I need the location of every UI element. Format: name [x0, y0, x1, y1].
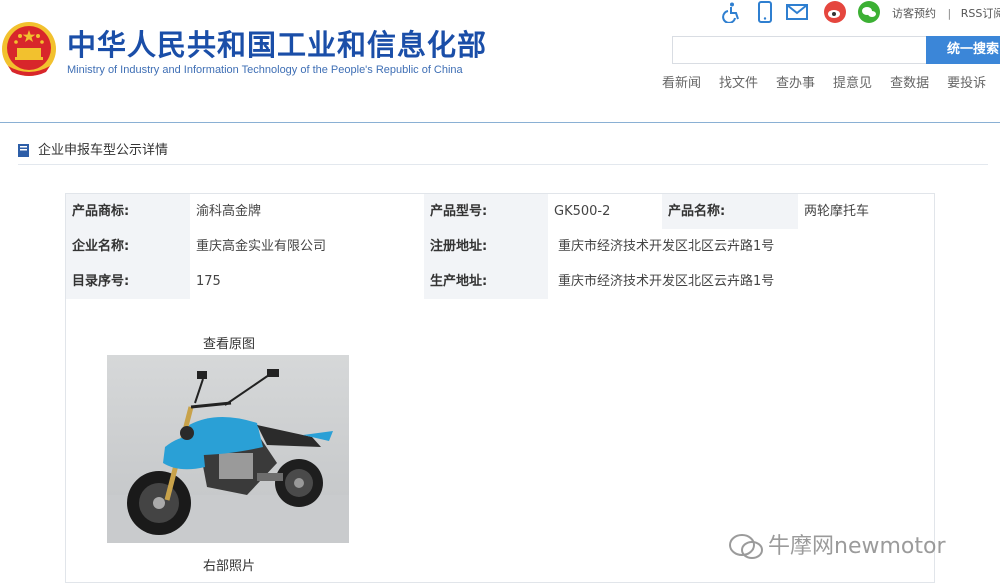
production-address-value: 重庆市经济技术开发区北区云卉路1号 — [548, 264, 934, 299]
registered-address-label: 注册地址: — [424, 229, 548, 264]
search-button[interactable]: 统一搜索 — [926, 36, 1000, 64]
nav-complaints[interactable]: 要投诉 — [947, 72, 986, 91]
table-row: 目录序号: 175 生产地址: 重庆市经济技术开发区北区云卉路1号 — [66, 264, 934, 299]
product-name-label: 产品名称: — [662, 194, 798, 229]
model-label: 产品型号: — [424, 194, 548, 229]
site-header: 中华人民共和国工业和信息化部 Ministry of Industry and … — [0, 0, 1000, 95]
model-value: GK500-2 — [548, 194, 662, 229]
search-input[interactable] — [672, 36, 928, 64]
vehicle-detail-table: 产品商标: 渝科高金牌 产品型号: GK500-2 产品名称: 两轮摩托车 企业… — [65, 193, 935, 583]
mail-icon[interactable] — [786, 1, 808, 23]
quick-nav: 看新闻 找文件 查办事 提意见 查数据 要投诉 — [662, 72, 1000, 91]
section-title-text: 企业申报车型公示详情 — [38, 143, 169, 158]
product-name-value: 两轮摩托车 — [798, 194, 934, 229]
brand-value: 渝科高金牌 — [190, 194, 424, 229]
nav-data[interactable]: 查数据 — [890, 72, 929, 91]
utility-links: 访客预约 | RSS订阅 — [892, 5, 1000, 21]
book-icon — [18, 144, 29, 157]
wechat-watermark-icon — [729, 534, 763, 559]
nav-feedback[interactable]: 提意见 — [833, 72, 872, 91]
wechat-icon[interactable] — [858, 1, 880, 23]
production-address-label: 生产地址: — [424, 264, 548, 299]
view-original-link[interactable]: 查看原图 — [203, 333, 255, 352]
motorcycle-photo[interactable] — [107, 355, 349, 543]
section-divider — [18, 164, 988, 165]
nav-news[interactable]: 看新闻 — [662, 72, 701, 91]
rss-link[interactable]: RSS订阅 — [961, 7, 1000, 20]
company-label: 企业名称: — [66, 229, 190, 264]
company-value: 重庆高金实业有限公司 — [190, 229, 424, 264]
catalog-number-value: 175 — [190, 264, 424, 299]
weibo-icon[interactable] — [824, 1, 846, 23]
table-row: 产品商标: 渝科高金牌 产品型号: GK500-2 产品名称: 两轮摩托车 — [66, 194, 934, 229]
nav-documents[interactable]: 找文件 — [719, 72, 758, 91]
watermark-text: 牛摩网newmotor — [768, 534, 946, 559]
registered-address-value: 重庆市经济技术开发区北区云卉路1号 — [548, 229, 934, 264]
national-emblem-logo[interactable] — [0, 20, 58, 78]
nav-services[interactable]: 查办事 — [776, 72, 815, 91]
mobile-icon[interactable] — [754, 1, 776, 23]
link-separator: | — [947, 7, 952, 20]
ministry-title-cn[interactable]: 中华人民共和国工业和信息化部 — [67, 22, 487, 64]
watermark: 牛摩网newmotor — [728, 528, 946, 561]
visitor-appointment-link[interactable]: 访客预约 — [892, 7, 936, 20]
brand-label: 产品商标: — [66, 194, 190, 229]
ministry-title-en: Ministry of Industry and Information Tec… — [67, 64, 463, 76]
catalog-number-label: 目录序号: — [66, 264, 190, 299]
section-heading: 企业申报车型公示详情 — [18, 139, 169, 158]
table-row: 企业名称: 重庆高金实业有限公司 注册地址: 重庆市经济技术开发区北区云卉路1号 — [66, 229, 934, 264]
header-divider — [0, 122, 1000, 123]
photo-caption: 右部照片 — [203, 559, 256, 574]
accessibility-icon[interactable] — [720, 1, 742, 23]
